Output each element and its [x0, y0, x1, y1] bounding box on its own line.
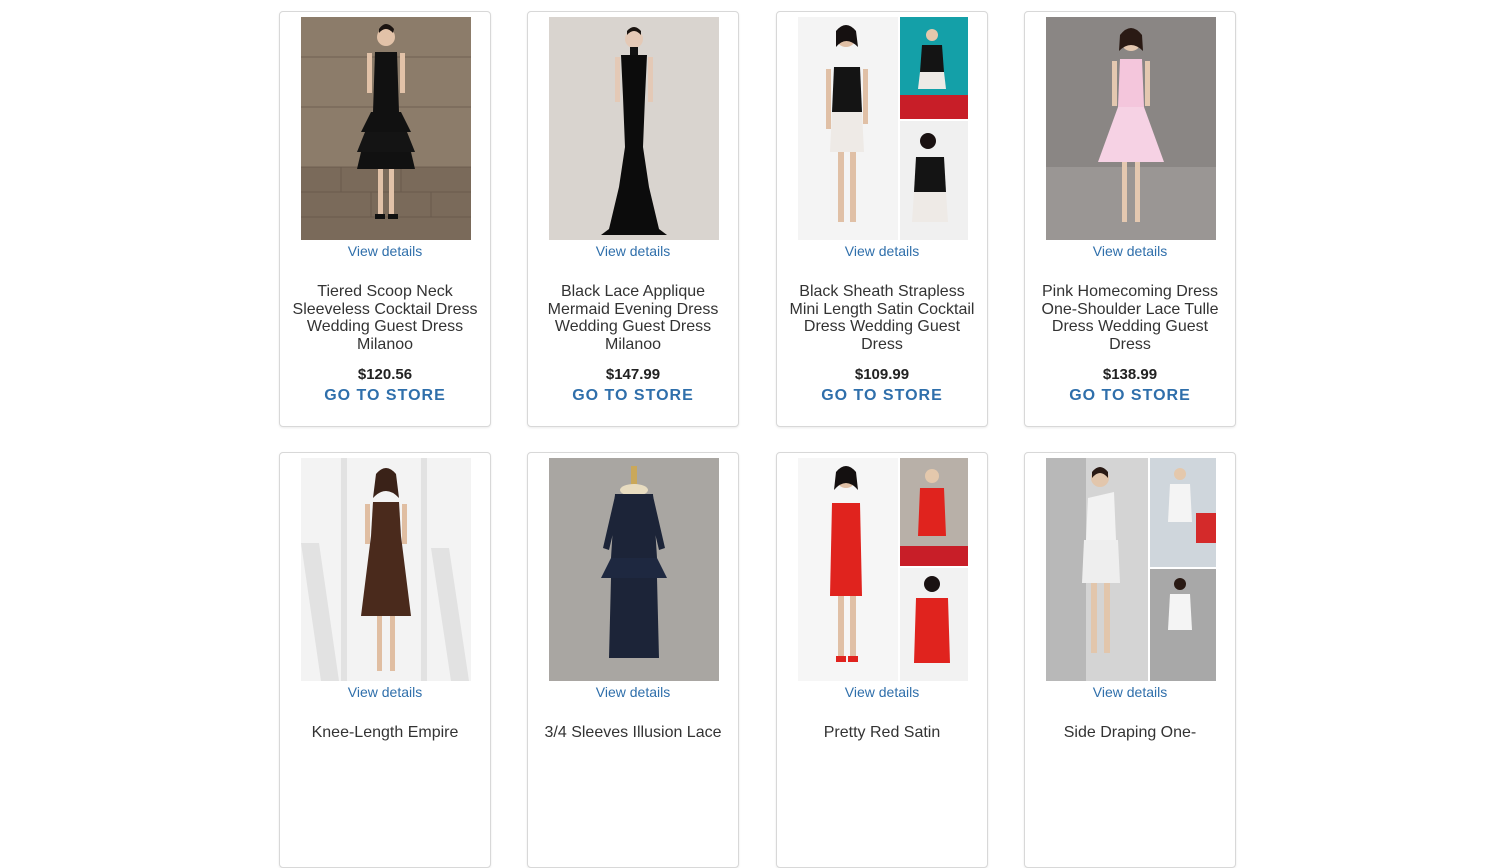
go-to-store-button[interactable]: GO TO STORE	[777, 387, 987, 405]
product-photo[interactable]	[798, 17, 968, 240]
product-card: View details Tiered Scoop Neck Sleeveles…	[279, 11, 491, 427]
go-to-store-button[interactable]: GO TO STORE	[280, 387, 490, 405]
product-photo[interactable]	[301, 17, 471, 240]
product-card: View details Knee-Length Empire	[279, 452, 491, 868]
black-strapless-mini-dress-photo	[798, 17, 968, 240]
view-details-link[interactable]: View details	[1025, 684, 1235, 700]
product-photo[interactable]	[1046, 458, 1216, 681]
product-title: Knee-Length Empire	[311, 724, 459, 741]
product-card: View details Pretty Red Satin	[776, 452, 988, 868]
product-price: $109.99	[854, 366, 910, 383]
white-draped-dress-photo	[1046, 458, 1216, 681]
view-details-link[interactable]: View details	[528, 243, 738, 259]
product-title: Tiered Scoop Neck Sleeveless Cocktail Dr…	[292, 283, 478, 353]
product-title: Black Lace Applique Mermaid Evening Dres…	[547, 283, 719, 353]
product-title: Black Sheath Strapless Mini Length Satin…	[789, 283, 975, 353]
product-card: View details Black Sheath Strapless Mini…	[776, 11, 988, 427]
view-details-link[interactable]: View details	[280, 684, 490, 700]
view-details-link[interactable]: View details	[777, 243, 987, 259]
red-satin-dress-photo	[798, 458, 968, 681]
navy-lace-peplum-dress-photo	[549, 458, 719, 681]
product-price: $120.56	[357, 366, 413, 383]
view-details-link[interactable]: View details	[280, 243, 490, 259]
go-to-store-button[interactable]: GO TO STORE	[528, 387, 738, 405]
go-to-store-button[interactable]: GO TO STORE	[1025, 387, 1235, 405]
product-title: Pretty Red Satin	[823, 724, 941, 741]
product-photo[interactable]	[1046, 17, 1216, 240]
product-photo[interactable]	[549, 17, 719, 240]
view-details-link[interactable]: View details	[528, 684, 738, 700]
product-title: Side Draping One-	[1063, 724, 1197, 741]
product-card: View details 3/4 Sleeves Illusion Lace	[527, 452, 739, 868]
brown-empire-dress-photo	[301, 458, 471, 681]
black-tiered-cocktail-dress-photo	[301, 17, 471, 240]
view-details-link[interactable]: View details	[777, 684, 987, 700]
product-photo[interactable]	[798, 458, 968, 681]
product-photo[interactable]	[549, 458, 719, 681]
product-title: 3/4 Sleeves Illusion Lace	[544, 724, 722, 741]
product-title: Pink Homecoming Dress One-Shoulder Lace …	[1041, 283, 1219, 353]
product-card: View details Side Draping One-	[1024, 452, 1236, 868]
product-price: $147.99	[605, 366, 661, 383]
black-mermaid-gown-photo	[549, 17, 719, 240]
pink-tulle-dress-photo	[1046, 17, 1216, 240]
product-card: View details Black Lace Applique Mermaid…	[527, 11, 739, 427]
product-card: View details Pink Homecoming Dress One-S…	[1024, 11, 1236, 427]
product-price: $138.99	[1102, 366, 1158, 383]
view-details-link[interactable]: View details	[1025, 243, 1235, 259]
product-photo[interactable]	[301, 458, 471, 681]
